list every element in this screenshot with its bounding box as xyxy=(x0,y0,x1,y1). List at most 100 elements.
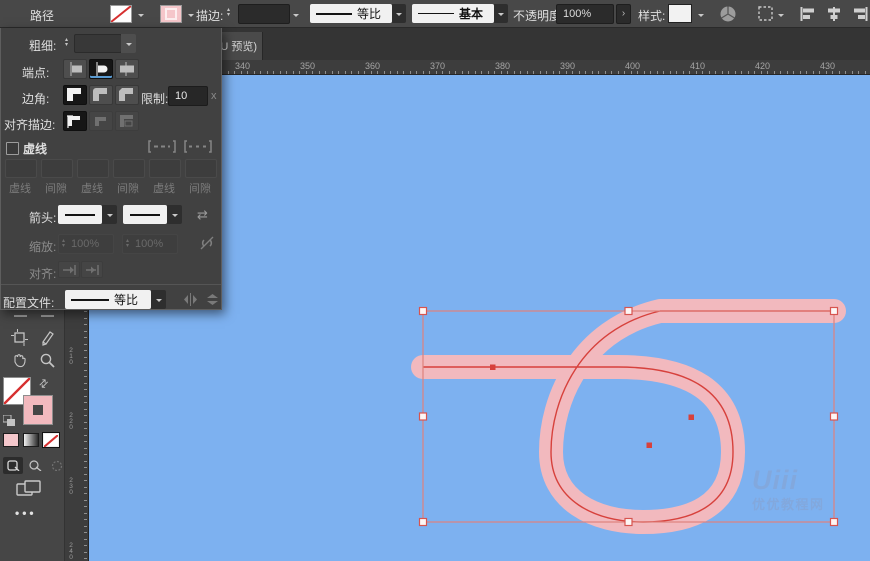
opacity-panel-button[interactable]: › xyxy=(616,4,631,24)
cap-butt-button[interactable] xyxy=(63,59,87,79)
none-mode-button[interactable] xyxy=(43,433,59,447)
arrow-align-end-button[interactable] xyxy=(81,261,103,278)
swap-fill-stroke-icon[interactable]: ⇄ xyxy=(36,376,52,392)
screen-mode-icon[interactable] xyxy=(16,480,42,500)
ruler-tick xyxy=(306,71,307,74)
corner-label: 边角: xyxy=(22,90,49,107)
join-bevel-button[interactable] xyxy=(115,85,139,105)
stroke-swatch-active[interactable] xyxy=(24,396,52,424)
artboard-tool[interactable] xyxy=(11,329,28,346)
ruler-tick xyxy=(728,71,729,74)
align-left-icon[interactable] xyxy=(800,7,816,21)
gradient-mode-button[interactable] xyxy=(23,433,39,447)
ruler-tick xyxy=(254,71,255,74)
opacity-value-box[interactable]: 100% xyxy=(556,4,614,24)
stroke-color-swatch[interactable] xyxy=(160,5,182,23)
cap-projecting-button[interactable] xyxy=(115,59,139,79)
ruler-tick xyxy=(774,71,775,74)
ruler-tick xyxy=(813,71,814,74)
arrow-end-chevron[interactable] xyxy=(167,205,182,224)
draw-behind-button[interactable] xyxy=(25,457,45,474)
tool-partial-icon[interactable] xyxy=(14,310,27,317)
arrow-end-dropdown[interactable] xyxy=(123,205,167,224)
dash-preserve-icon[interactable] xyxy=(147,139,177,154)
profile-chevron[interactable] xyxy=(151,290,166,309)
link-scales-icon[interactable] xyxy=(199,235,215,251)
join-miter-button[interactable] xyxy=(63,85,87,105)
weight-chevron[interactable] xyxy=(121,34,136,53)
hand-tool[interactable] xyxy=(11,352,28,369)
miter-limit-input[interactable]: 10 xyxy=(168,86,208,106)
ruler-tick xyxy=(247,71,248,74)
scale-end-box[interactable]: ▴▾ 100% xyxy=(122,234,178,254)
ruler-tick xyxy=(436,71,437,74)
weight-value-box[interactable] xyxy=(74,34,122,53)
align-stroke-label: 对齐描边: xyxy=(4,116,55,133)
ruler-tick xyxy=(84,493,87,494)
ruler-tick xyxy=(566,71,567,74)
color-mode-button[interactable] xyxy=(3,433,19,447)
align-right-icon[interactable] xyxy=(852,7,868,21)
fill-dropdown-chevron[interactable] xyxy=(138,14,144,20)
tool-partial-icon[interactable] xyxy=(41,310,54,317)
v-ruler-label: 210 xyxy=(67,348,75,365)
draw-inside-button[interactable] xyxy=(47,457,67,474)
align-center-icon[interactable] xyxy=(826,7,842,21)
swap-arrows-icon[interactable]: ⇄ xyxy=(197,207,208,223)
arrow-align-tip-button[interactable] xyxy=(58,261,80,278)
fill-swatch[interactable] xyxy=(110,5,132,23)
stroke-dropdown-chevron[interactable] xyxy=(188,14,194,20)
ruler-tick xyxy=(84,396,87,397)
ruler-tick xyxy=(319,71,320,74)
arrow-start-dropdown[interactable] xyxy=(58,205,102,224)
align-stroke-outside-button[interactable] xyxy=(115,111,139,131)
ruler-tick xyxy=(84,441,87,442)
profile-value: 等比 xyxy=(114,291,138,308)
dashed-line-checkbox[interactable] xyxy=(6,142,19,155)
h-ruler-label: 380 xyxy=(495,61,510,71)
edit-toolbar-ellipsis[interactable]: ••• xyxy=(15,506,37,520)
zoom-tool[interactable] xyxy=(39,352,56,369)
ruler-tick xyxy=(84,461,87,462)
width-profile-chevron[interactable] xyxy=(392,4,406,23)
ruler-tick xyxy=(579,71,580,74)
ruler-tick xyxy=(605,71,606,74)
stroke-weight-stepper[interactable]: ▴▾ xyxy=(224,8,233,18)
dash-value-box[interactable] xyxy=(41,159,73,178)
brush-dropdown[interactable]: 基本 xyxy=(412,4,494,23)
transform-options-chevron[interactable] xyxy=(778,14,784,20)
align-stroke-center-button[interactable] xyxy=(63,111,87,131)
profile-line-icon xyxy=(316,13,352,15)
scale-start-box[interactable]: ▴▾ 100% xyxy=(58,234,114,254)
pencil-tool[interactable] xyxy=(39,329,56,346)
dash-value-box[interactable] xyxy=(5,159,37,178)
weight-stepper[interactable]: ▴▾ xyxy=(62,38,71,48)
style-chevron[interactable] xyxy=(698,14,704,20)
dash-value-box[interactable] xyxy=(149,159,181,178)
style-swatch[interactable] xyxy=(668,4,692,23)
ruler-tick xyxy=(84,435,87,436)
stroke-weight-value[interactable] xyxy=(238,4,290,24)
profile-dropdown[interactable]: 等比 xyxy=(65,290,151,309)
recolor-artwork-icon[interactable] xyxy=(719,5,737,23)
watermark-site: 优优教程网 xyxy=(752,494,852,513)
dash-value-box[interactable] xyxy=(185,159,217,178)
dash-align-icon[interactable] xyxy=(183,139,213,154)
brush-chevron[interactable] xyxy=(494,4,508,23)
align-stroke-inside-button[interactable] xyxy=(89,111,113,131)
width-profile-dropdown[interactable]: 等比 xyxy=(310,4,392,23)
cap-round-button[interactable] xyxy=(89,59,113,79)
stroke-weight-chevron[interactable] xyxy=(293,14,299,20)
dash-value-box[interactable] xyxy=(113,159,145,178)
flip-across-icon[interactable] xyxy=(183,293,198,306)
ruler-tick xyxy=(501,71,502,74)
ruler-tick xyxy=(670,71,671,74)
arrow-start-chevron[interactable] xyxy=(102,205,117,224)
draw-normal-button[interactable] xyxy=(3,457,23,474)
join-round-button[interactable] xyxy=(89,85,113,105)
transform-options-icon[interactable] xyxy=(758,6,774,22)
dash-value-box[interactable] xyxy=(77,159,109,178)
flip-along-icon[interactable] xyxy=(205,293,220,306)
default-fill-stroke-icon[interactable] xyxy=(3,414,17,432)
brush-line-icon xyxy=(418,13,454,15)
